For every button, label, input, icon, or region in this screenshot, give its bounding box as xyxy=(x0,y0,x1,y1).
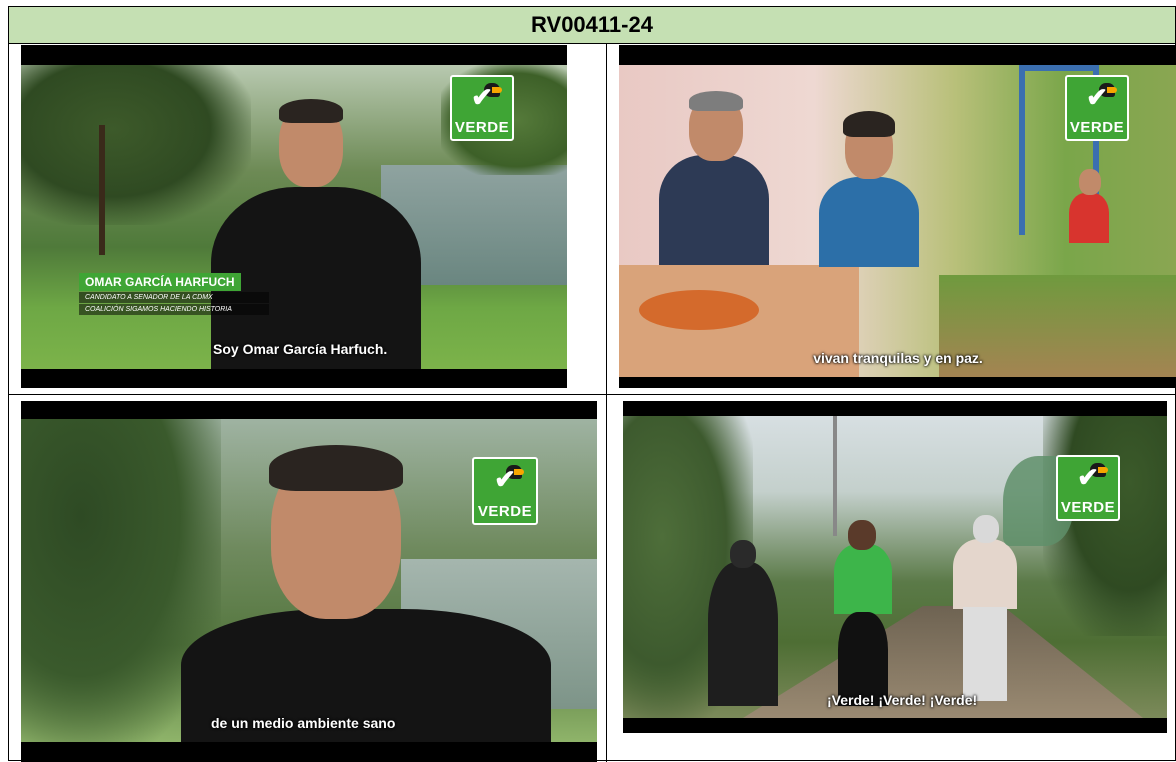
video-subtitle: Soy Omar García Harfuch. xyxy=(213,341,388,357)
lower-third-line-2: COALICIÓN SIGAMOS HACIENDO HISTORIA xyxy=(79,304,269,315)
document-table: RV00411-24 ✔ VERDE OMAR GARCÍA HARFUCH C… xyxy=(8,6,1176,762)
video-frame-3: ✔ VERDE de un medio ambiente sano xyxy=(21,401,597,762)
video-frame-4: ✔ VERDE ¡Verde! ¡Verde! ¡Verde! xyxy=(623,401,1167,733)
video-subtitle: ¡Verde! ¡Verde! ¡Verde! xyxy=(827,692,978,708)
runner-green-shirt xyxy=(828,516,898,706)
column-divider xyxy=(606,43,607,762)
lower-third-name: OMAR GARCÍA HARFUCH xyxy=(79,273,241,291)
park-lake-scene: ✔ VERDE OMAR GARCÍA HARFUCH CANDIDATO A … xyxy=(21,65,567,369)
family-playground-scene: ✔ VERDE vivan tranquilas y en paz. xyxy=(619,65,1176,377)
lower-third-caption: OMAR GARCÍA HARFUCH CANDIDATO A SENADOR … xyxy=(79,273,269,315)
candidate-closeup-scene: ✔ VERDE de un medio ambiente sano xyxy=(21,419,597,742)
running-child-figure xyxy=(1069,165,1109,295)
candidate-figure xyxy=(211,95,421,369)
row-divider xyxy=(9,394,1176,395)
verde-party-logo: ✔ VERDE xyxy=(1056,455,1120,521)
verde-party-logo: ✔ VERDE xyxy=(1065,75,1129,141)
running-path-scene: ✔ VERDE ¡Verde! ¡Verde! ¡Verde! xyxy=(623,416,1167,718)
verde-party-logo: ✔ VERDE xyxy=(472,457,538,525)
lower-third-line-1: CANDIDATO A SENADOR DE LA CDMX xyxy=(79,292,269,303)
verde-party-logo: ✔ VERDE xyxy=(450,75,514,141)
table-header: RV00411-24 xyxy=(9,7,1175,44)
runner-dark-jacket xyxy=(708,536,778,706)
document-title: RV00411-24 xyxy=(531,12,653,37)
video-subtitle: vivan tranquilas y en paz. xyxy=(813,350,983,366)
family-woman-figure xyxy=(819,105,919,267)
video-subtitle: de un medio ambiente sano xyxy=(211,715,396,731)
video-frame-1: ✔ VERDE OMAR GARCÍA HARFUCH CANDIDATO A … xyxy=(21,45,567,388)
video-frame-2: ✔ VERDE vivan tranquilas y en paz. xyxy=(619,45,1176,388)
family-man-figure xyxy=(659,85,769,265)
